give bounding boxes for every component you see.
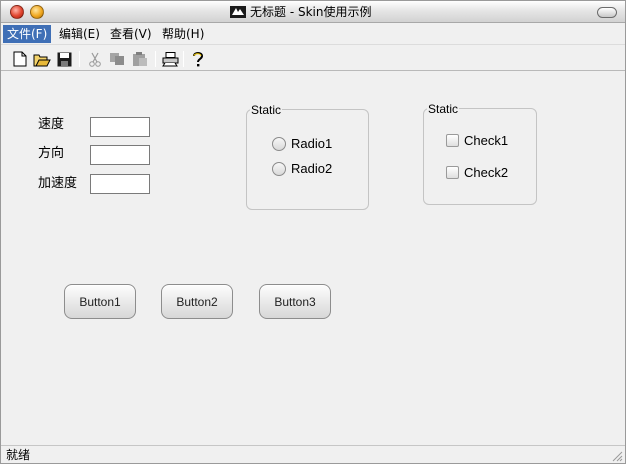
radio2-circle[interactable]	[272, 161, 286, 176]
check2-label: Check2	[464, 165, 509, 180]
print-icon[interactable]	[161, 50, 179, 68]
check-group-title: Static	[427, 102, 460, 116]
radio2-label: Radio2	[291, 161, 333, 176]
new-icon[interactable]	[11, 50, 29, 68]
title-bar[interactable]: 无标题 - Skin使用示例	[1, 1, 625, 23]
copy-icon[interactable]	[108, 50, 126, 68]
check2[interactable]: Check2	[446, 165, 534, 180]
open-icon[interactable]	[33, 50, 51, 68]
toolbar-toggle-button[interactable]	[597, 7, 617, 18]
check1[interactable]: Check1	[446, 133, 534, 148]
save-icon[interactable]	[55, 50, 73, 68]
radio2[interactable]: Radio2	[272, 161, 332, 176]
acceleration-input[interactable]	[90, 174, 150, 194]
radio1[interactable]: Radio1	[272, 136, 332, 151]
acceleration-label: 加速度	[38, 176, 78, 191]
menu-help[interactable]: 帮助(H)	[158, 25, 208, 43]
client-area: 速度 方向 加速度 Static Radio1 Radio2 Static Ch…	[2, 72, 624, 444]
check-groupbox: Static Check1 Check2	[423, 102, 537, 205]
menu-view[interactable]: 查看(V)	[106, 25, 156, 43]
menu-file[interactable]: 文件(F)	[3, 25, 52, 43]
button2[interactable]: Button2	[161, 284, 233, 319]
radio1-label: Radio1	[291, 136, 333, 151]
direction-label: 方向	[38, 146, 65, 161]
help-icon[interactable]	[189, 50, 207, 68]
menu-bar: 文件(F) 编辑(E) 查看(V) 帮助(H)	[1, 23, 625, 45]
close-button[interactable]	[10, 5, 24, 19]
app-icon	[230, 6, 246, 18]
check1-label: Check1	[464, 133, 509, 148]
button3[interactable]: Button3	[259, 284, 331, 319]
window-title: 无标题 - Skin使用示例	[250, 5, 372, 19]
minimize-button[interactable]	[30, 5, 44, 19]
radio-group-title: Static	[250, 103, 283, 117]
app-window: 无标题 - Skin使用示例 文件(F) 编辑(E) 查看(V) 帮助(H) 速…	[0, 0, 626, 464]
toolbar-separator	[183, 51, 184, 67]
direction-input[interactable]	[90, 145, 150, 165]
button1[interactable]: Button1	[64, 284, 136, 319]
toolbar-separator	[155, 51, 156, 67]
radio1-circle[interactable]	[272, 136, 286, 151]
menu-edit[interactable]: 编辑(E)	[55, 25, 104, 43]
check2-box[interactable]	[446, 166, 459, 179]
cut-icon[interactable]	[86, 50, 104, 68]
radio-groupbox: Static Radio1 Radio2	[246, 103, 369, 210]
speed-input[interactable]	[90, 117, 150, 137]
status-text: 就绪	[6, 448, 31, 462]
toolbar	[1, 46, 625, 71]
resize-grip-icon[interactable]	[609, 448, 623, 462]
speed-label: 速度	[38, 117, 65, 132]
check1-box[interactable]	[446, 134, 459, 147]
toolbar-separator	[79, 51, 80, 67]
paste-icon[interactable]	[131, 50, 149, 68]
status-bar: 就绪	[1, 445, 625, 463]
